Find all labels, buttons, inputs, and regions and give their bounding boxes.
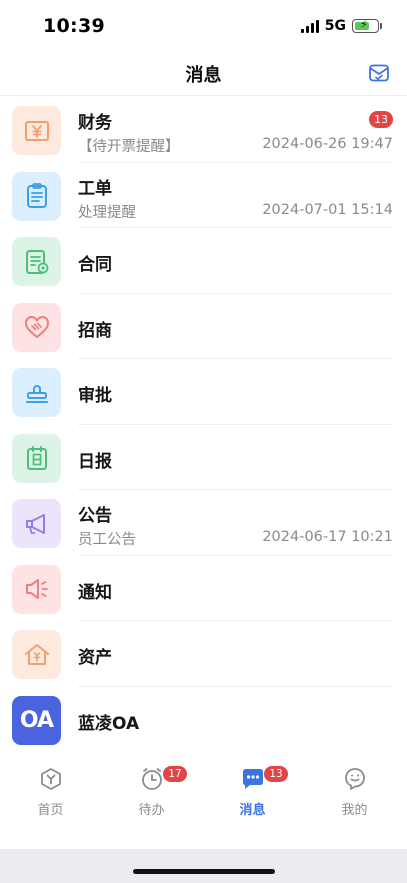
status-indicators: 5G ⚡ [300,18,382,34]
list-item-title: 资产 [78,648,112,668]
tab-badge: 17 [163,766,187,782]
tab-me[interactable]: 我的 [304,759,405,829]
megaphone-icon [12,499,61,548]
home-y-icon [38,766,64,792]
list-item-title: 工单 [78,178,112,199]
tab-label: 待办 [138,803,165,818]
list-item[interactable]: 招商 [0,294,407,359]
clock-icon [139,766,165,792]
list-item-title: 公告 [78,506,112,526]
list-item-subtitle: 处理提醒 [78,204,136,221]
list-item[interactable]: OA 蓝凌OA [0,687,407,753]
clipboard-icon [12,171,61,221]
battery-icon: ⚡ [352,18,382,33]
message-list: 财务 【待开票提醒】 2024-06-26 19:47 13 工单 处理提醒 2… [0,97,407,759]
list-item[interactable]: 资产 [0,621,407,687]
list-item-time: 2024-06-26 19:47 [262,136,393,152]
contract-icon [12,237,61,286]
status-bar: 10:39 5G ⚡ [0,0,407,52]
asset-house-icon [12,630,61,679]
list-item[interactable]: 通知 [0,556,407,621]
list-item-title: 通知 [78,582,112,603]
home-indicator-area [0,849,407,883]
tab-label: 首页 [37,803,64,818]
tab-label: 消息 [239,803,266,818]
tab-messages[interactable]: 13 消息 [202,759,303,829]
list-item-subtitle: 【待开票提醒】 [78,139,180,155]
unread-badge: 13 [369,111,393,128]
list-item-title: 审批 [78,386,112,406]
handshake-heart-icon [12,302,61,352]
list-item-time: 2024-07-01 15:14 [262,201,393,218]
tab-bar: 首页 17 待办 13 消息 我的 [0,759,407,849]
oa-logo-icon: OA [12,695,61,745]
list-item-title: 蓝凌OA [78,713,140,734]
speaker-icon [12,564,61,614]
list-item-time: 2024-06-17 10:21 [262,529,393,545]
nav-bar: 消息 [0,52,407,96]
tab-label: 我的 [341,803,368,818]
list-item[interactable]: 审批 [0,359,407,425]
list-item[interactable]: 日报 [0,425,407,490]
page-title: 消息 [185,65,222,86]
yuan-voucher-icon [12,106,61,155]
list-item-subtitle: 员工公告 [78,532,136,548]
list-item[interactable]: 公告 员工公告 2024-06-17 10:21 [0,490,407,556]
tab-home[interactable]: 首页 [0,759,101,829]
list-item[interactable]: 工单 处理提醒 2024-07-01 15:14 [0,163,407,228]
list-item-title: 财务 [78,113,112,133]
list-item-title: 日报 [78,451,112,472]
chat-bubble-icon [240,766,266,792]
network-label: 5G [324,18,346,34]
mail-check-icon[interactable] [367,61,391,85]
list-item-title: 招商 [78,320,112,341]
tab-todo[interactable]: 17 待办 [101,759,202,829]
list-item-title: 合同 [78,255,112,275]
list-item[interactable]: 合同 [0,228,407,294]
status-time: 10:39 [43,15,105,37]
profile-icon [342,766,368,792]
list-item[interactable]: 财务 【待开票提醒】 2024-06-26 19:47 13 [0,97,407,163]
signal-icon [300,19,319,33]
tab-badge: 13 [264,766,288,782]
stamp-icon [12,368,61,417]
home-indicator [133,869,275,874]
daily-report-icon [12,433,61,483]
